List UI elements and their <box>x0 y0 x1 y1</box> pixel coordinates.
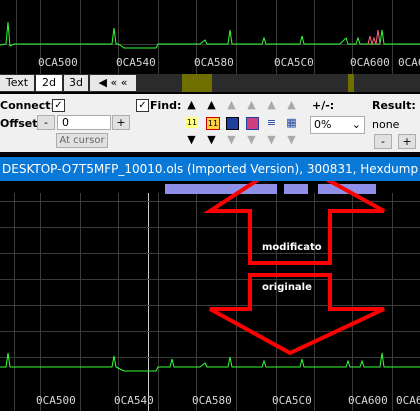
arrow-up-icon[interactable]: ▲ <box>286 99 297 110</box>
document-title: DESKTOP-O7T5MFP_10010.ols (Imported Vers… <box>2 162 420 176</box>
axis-label: 0CA640 <box>398 56 420 69</box>
percent-value: 0% <box>314 118 332 131</box>
toolbar: Connect: ✓ Offset: - 0 + At cursor ✓ Fin… <box>0 94 420 152</box>
plusminus-label: +/-: <box>312 99 335 112</box>
view-tabs: Text 2d 3d ◀ « « <box>0 74 420 92</box>
at-cursor-button[interactable]: At cursor <box>56 133 108 148</box>
axis-label: 0CA5C0 <box>274 56 314 69</box>
axis-label: 0CA580 <box>192 394 232 407</box>
arrow-down-icon[interactable]: ▼ <box>286 134 297 145</box>
axis-label: 0CA640 <box>396 394 420 407</box>
bytes-11-icon[interactable]: 11 <box>186 117 198 128</box>
arrow-down-icon[interactable]: ▼ <box>266 134 277 145</box>
arrow-up-icon[interactable]: ▲ <box>266 99 277 110</box>
annotation-originale: originale <box>262 282 312 293</box>
axis-label: 0CA540 <box>114 394 154 407</box>
find-checkbox[interactable]: ✓ <box>136 99 149 112</box>
connect-label: Connect: <box>0 99 55 112</box>
offset-label: Offset: <box>0 117 42 130</box>
arrow-up-icon[interactable]: ▲ <box>246 99 257 110</box>
connect-checkbox[interactable]: ✓ <box>52 99 65 112</box>
axis-label: 0CA500 <box>38 56 78 69</box>
chevron-down-icon: ⌄ <box>351 118 361 131</box>
tab-text[interactable]: Text <box>0 75 34 91</box>
list-icon[interactable]: ≡ <box>266 117 277 128</box>
arrow-down-icon[interactable]: ▼ <box>206 134 217 145</box>
tab-2d[interactable]: 2d <box>36 75 62 91</box>
grid-icon[interactable]: ▦ <box>286 117 297 128</box>
axis-label: 0CA500 <box>36 394 76 407</box>
offset-value-input[interactable]: 0 <box>57 115 111 130</box>
bytes-11-icon[interactable]: 11 <box>206 117 220 130</box>
top-graph[interactable]: 0CA500 0CA540 0CA580 0CA5C0 0CA600 0CA64… <box>0 0 420 74</box>
arrow-up-icon[interactable]: ▲ <box>226 99 237 110</box>
scroll-highlight <box>182 74 212 92</box>
scroll-highlight-2 <box>348 74 354 92</box>
arrow-down-icon[interactable]: ▼ <box>246 134 257 145</box>
axis-label: 0CA5C0 <box>272 394 312 407</box>
result-label: Result: <box>372 99 416 112</box>
nav-arrows[interactable]: ◀ « « <box>90 75 136 91</box>
block-icon[interactable] <box>226 117 239 130</box>
arrow-down-icon[interactable]: ▼ <box>186 134 197 145</box>
axis-label: 0CA540 <box>116 56 156 69</box>
bottom-graph[interactable]: modificato originale 0CA500 0CA540 0CA58… <box>0 181 420 411</box>
arrow-up-icon[interactable]: ▲ <box>186 99 197 110</box>
block-icon[interactable] <box>246 117 259 130</box>
offset-minus-button[interactable]: - <box>37 115 55 130</box>
annotation-modificato: modificato <box>262 242 322 253</box>
axis-label: 0CA580 <box>194 56 234 69</box>
axis-label: 0CA600 <box>348 394 388 407</box>
tab-3d[interactable]: 3d <box>64 75 88 91</box>
result-value: none <box>372 118 400 131</box>
percent-select[interactable]: 0% ⌄ <box>310 116 365 134</box>
axis-label: 0CA600 <box>350 56 390 69</box>
document-title-bar[interactable]: DESKTOP-O7T5MFP_10010.ols (Imported Vers… <box>0 157 420 181</box>
offset-plus-button[interactable]: + <box>112 115 130 130</box>
annotation-arrows <box>203 181 385 356</box>
find-label: Find: <box>150 99 182 112</box>
result-plus-button[interactable]: + <box>398 134 416 149</box>
arrow-up-icon[interactable]: ▲ <box>206 99 217 110</box>
arrow-down-icon[interactable]: ▼ <box>226 134 237 145</box>
result-minus-button[interactable]: - <box>374 134 392 149</box>
